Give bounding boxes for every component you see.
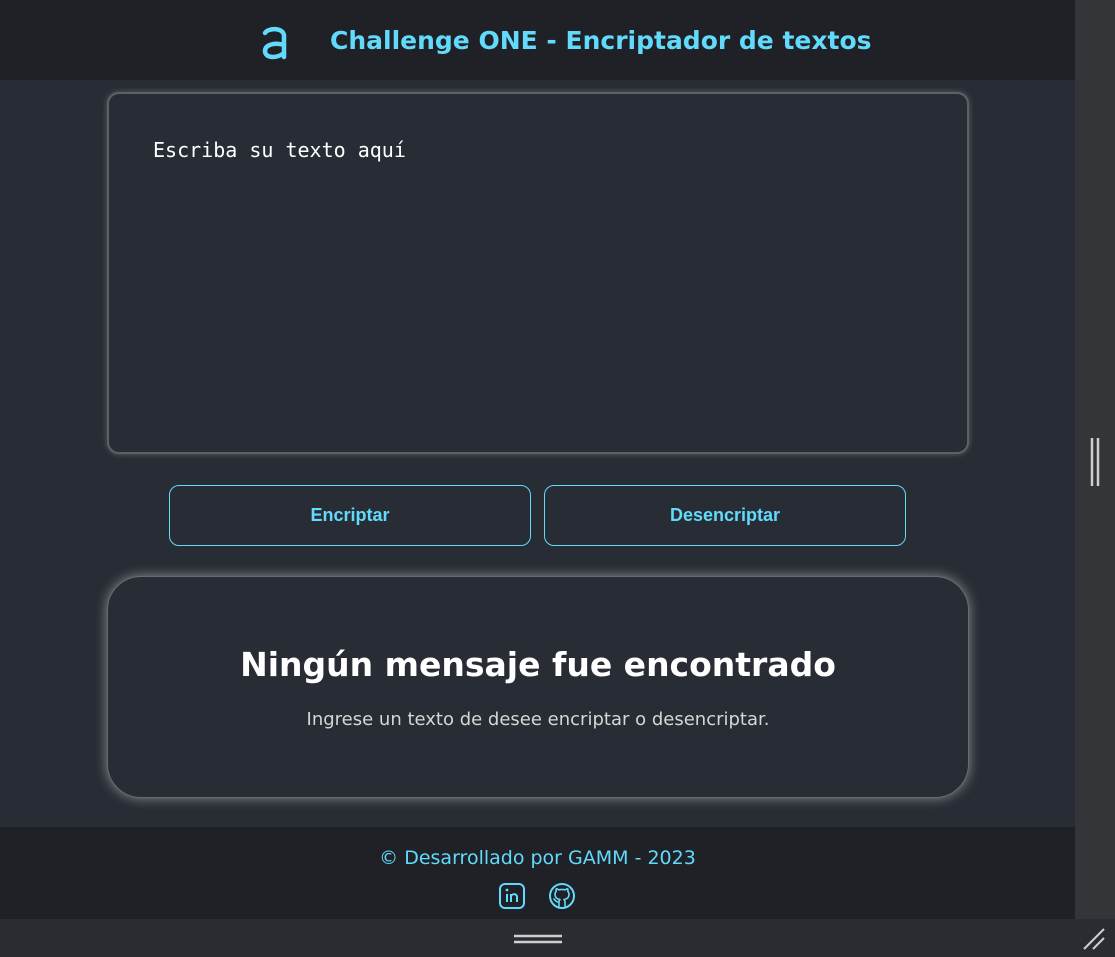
- text-input-container: [107, 92, 969, 454]
- resize-handle-icon[interactable]: [1082, 927, 1106, 951]
- text-input[interactable]: [153, 138, 913, 418]
- scroll-grip-icon[interactable]: [1089, 437, 1101, 487]
- page-title: Challenge ONE - Encriptador de textos: [330, 26, 872, 55]
- bottom-bar: [0, 919, 1115, 957]
- vertical-scrollbar[interactable]: [1075, 0, 1115, 919]
- output-title: Ningún mensaje fue encontrado: [240, 645, 836, 684]
- copyright-text: © Desarrollado por GAMM - 2023: [379, 847, 696, 869]
- decrypt-button[interactable]: Desencriptar: [544, 485, 906, 546]
- app-footer: © Desarrollado por GAMM - 2023: [0, 827, 1075, 919]
- app-header: Challenge ONE - Encriptador de textos: [0, 0, 1075, 80]
- output-subtitle: Ingrese un texto de desee encriptar o de…: [306, 709, 770, 730]
- encrypt-button[interactable]: Encriptar: [169, 485, 531, 546]
- app-viewport: Challenge ONE - Encriptador de textos En…: [0, 0, 1075, 919]
- drag-handle-icon[interactable]: [513, 933, 563, 945]
- github-icon[interactable]: [548, 882, 576, 910]
- linkedin-icon[interactable]: [498, 882, 526, 910]
- output-panel: Ningún mensaje fue encontrado Ingrese un…: [107, 576, 969, 798]
- alura-logo-icon: [262, 26, 287, 60]
